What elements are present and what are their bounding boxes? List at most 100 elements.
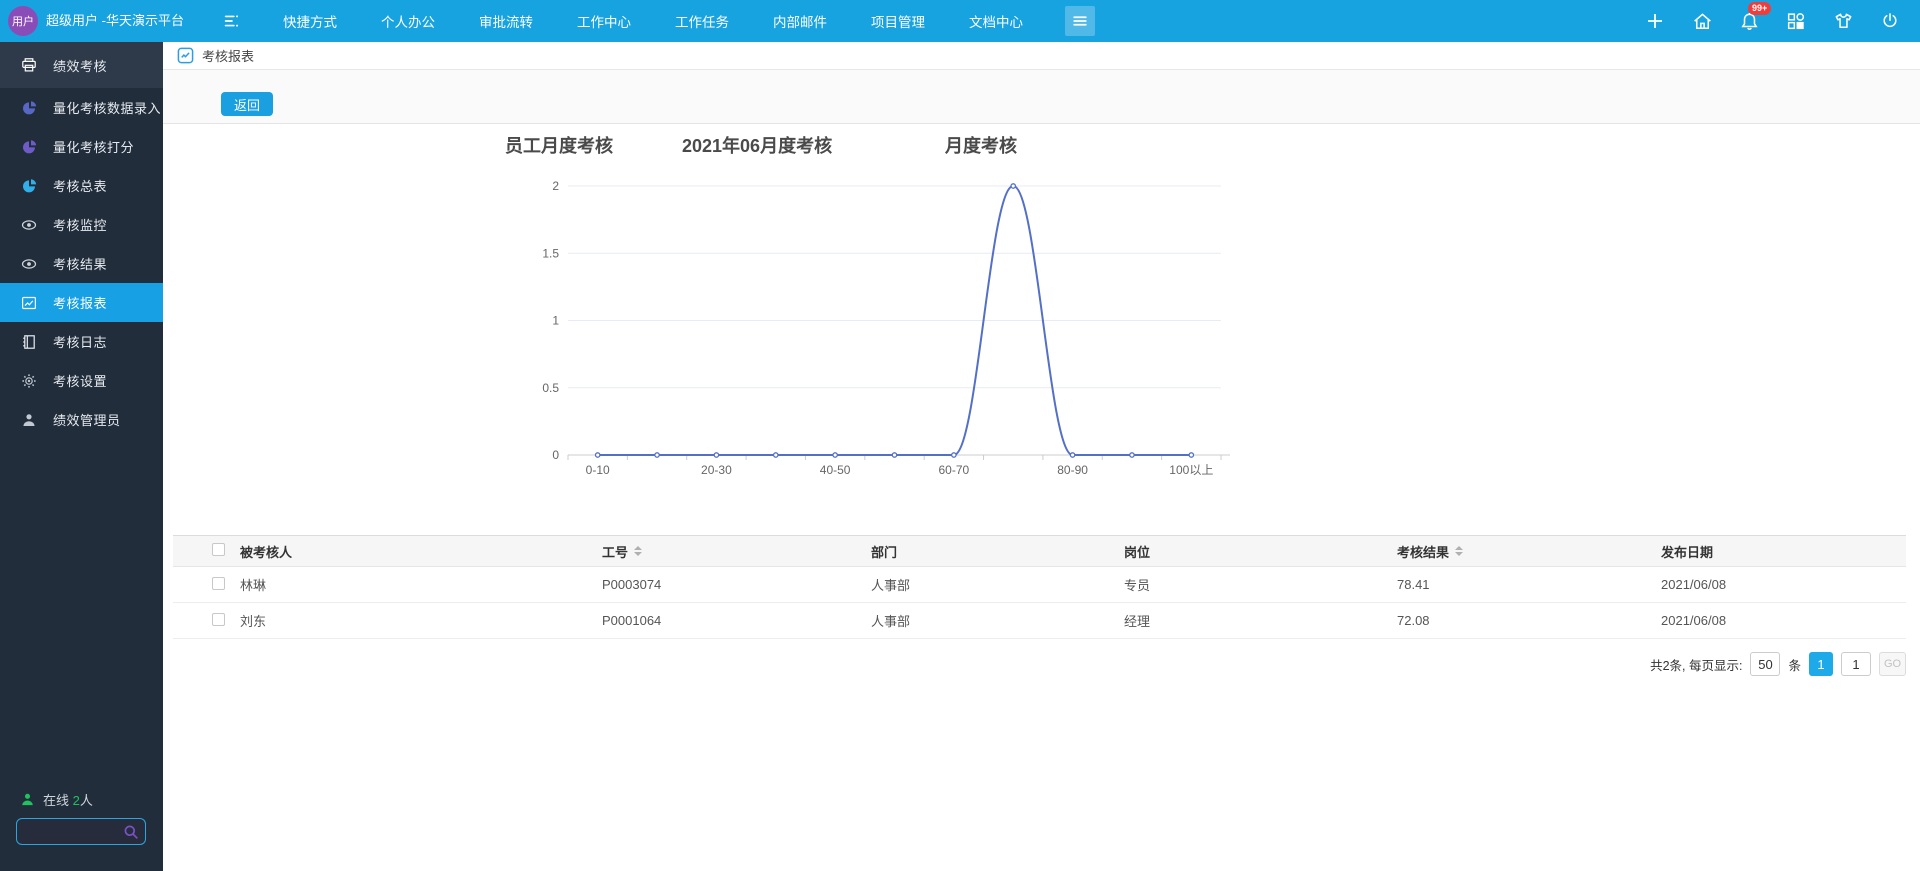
sidebar-item-4[interactable]: 考核总表 <box>0 166 163 205</box>
sidebar-item-3[interactable]: 量化考核打分 <box>0 127 163 166</box>
data-point-marker <box>713 452 720 458</box>
cell-score: 72.08 <box>1397 613 1430 628</box>
sidebar-item-10[interactable]: 绩效管理员 <box>0 400 163 439</box>
nav-item-6[interactable]: 内部邮件 <box>773 11 827 31</box>
cell-department: 人事部 <box>871 578 911 593</box>
sidebar-item-label: 绩效考核 <box>53 58 108 74</box>
pagination: 共2条, 每页显示: 条 1 GO <box>1650 650 1906 678</box>
sidebar-item-1[interactable]: 绩效考核 <box>0 42 163 88</box>
chart-title-type: 月度考核 <box>945 136 1017 156</box>
pagination-summary: 共2条, 每页显示: <box>1650 658 1743 673</box>
column-header-label: 工号 <box>602 544 629 560</box>
back-button[interactable]: 返回 <box>221 92 273 116</box>
data-point-marker <box>772 452 779 458</box>
breadcrumb: 考核报表 <box>163 42 1920 70</box>
cell-employee-id: P0003074 <box>602 577 662 592</box>
y-axis-tick-label: 0.5 <box>542 381 559 395</box>
avatar[interactable]: 用户 <box>8 6 38 36</box>
sidebar-item-label: 考核日志 <box>53 335 108 350</box>
cell-department: 人事部 <box>871 614 911 629</box>
data-point-marker <box>832 452 838 458</box>
chart-title-period: 2021年06月度考核 <box>682 136 833 156</box>
online-count: 2 <box>72 793 80 808</box>
eye-icon <box>21 256 37 272</box>
sidebar-item-8[interactable]: 考核日志 <box>0 322 163 361</box>
cell-position: 专员 <box>1124 578 1151 593</box>
column-header-label: 岗位 <box>1124 544 1151 560</box>
x-axis-tick-label: 80-90 <box>1057 463 1088 477</box>
x-axis-tick-label: 60-70 <box>939 463 970 477</box>
nav-item-5[interactable]: 工作任务 <box>675 11 729 31</box>
y-axis-tick-label: 2 <box>552 179 559 193</box>
home-icon[interactable] <box>1690 9 1714 33</box>
search-input[interactable] <box>23 819 121 844</box>
main-content: 考核报表 返回 员工月度考核 2021年06月度考核 月度考核 0 0.5 1 1.5… <box>163 42 1920 871</box>
report-doc-icon <box>177 47 194 64</box>
sidebar-item-label: 量化考核打分 <box>53 140 135 155</box>
top-nav: 快捷方式 个人办公 审批流转 工作中心 工作任务 内部邮件 项目管理 文档中心 <box>283 0 1067 42</box>
sidebar-item-7[interactable]: 考核报表 <box>0 283 163 322</box>
results-table: 被考核人 工号 部门 岗位 考核结果 发布日期 林琳 P0003074 人事部 专员 78.41 2… <box>173 535 1906 639</box>
column-header-1: 被考核人 <box>240 542 602 561</box>
cell-publish-date: 2021/06/08 <box>1661 613 1727 628</box>
sidebar-item-label: 考核报表 <box>53 296 108 311</box>
menu-lines-icon[interactable] <box>221 10 243 32</box>
nav-item-2[interactable]: 个人办公 <box>381 11 435 31</box>
score-distribution-chart: 0 0.5 1 1.5 2 0-10 20-30 40-50 60-70 80-90 100以上 <box>542 179 1230 477</box>
apps-grid-icon[interactable] <box>1784 9 1808 33</box>
nav-item-7[interactable]: 项目管理 <box>871 11 925 31</box>
sidebar-item-label: 考核设置 <box>53 374 108 389</box>
search-icon[interactable] <box>123 824 139 845</box>
column-header-4: 岗位 <box>1124 542 1397 561</box>
table-header: 被考核人 工号 部门 岗位 考核结果 发布日期 <box>173 535 1906 567</box>
x-axis-tick-label: 0-10 <box>586 463 610 477</box>
cell-name: 刘东 <box>240 614 267 629</box>
sort-caret[interactable] <box>1455 546 1464 556</box>
sidebar-item-5[interactable]: 考核监控 <box>0 205 163 244</box>
column-header-2[interactable]: 工号 <box>602 542 871 561</box>
chart-title-main: 员工月度考核 <box>505 136 613 156</box>
column-header-label: 被考核人 <box>240 544 293 560</box>
nav-item-3[interactable]: 审批流转 <box>479 11 533 31</box>
topbar-icon-group: 99+ <box>1643 0 1902 42</box>
data-point-marker <box>1129 452 1135 458</box>
table-row[interactable]: 刘东 P0001064 人事部 经理 72.08 2021/06/08 <box>173 603 1906 639</box>
pie-icon <box>21 178 37 194</box>
data-point-marker <box>594 452 601 458</box>
page-size-input[interactable] <box>1750 652 1781 676</box>
goto-page-input[interactable] <box>1841 652 1871 676</box>
sidebar-item-9[interactable]: 考核设置 <box>0 361 163 400</box>
data-point-marker <box>1069 452 1076 458</box>
pie-icon <box>21 139 37 155</box>
sidebar: 绩效考核量化考核数据录入量化考核打分考核总表 考核监控 考核结果考核报表考核日志考核… <box>0 42 163 871</box>
row-checkbox[interactable] <box>212 612 225 626</box>
notification-badge: 99+ <box>1748 2 1772 15</box>
y-axis-tick-label: 0 <box>552 448 559 462</box>
nav-item-4[interactable]: 工作中心 <box>577 11 631 31</box>
sort-caret[interactable] <box>634 546 643 556</box>
select-all-checkbox[interactable] <box>212 543 225 556</box>
column-header-3: 部门 <box>871 542 1124 561</box>
online-status: 在线 2人 <box>20 790 93 809</box>
person-icon <box>21 412 37 428</box>
x-axis-tick-label: 20-30 <box>701 463 732 477</box>
sidebar-item-6[interactable]: 考核结果 <box>0 244 163 283</box>
notifications-icon[interactable]: 99+ <box>1737 2 1772 33</box>
nav-item-8[interactable]: 文档中心 <box>969 11 1023 31</box>
go-button[interactable]: GO <box>1879 652 1906 676</box>
page-title: 考核报表 <box>202 49 255 64</box>
column-header-6: 发布日期 <box>1661 542 1906 561</box>
more-menu-button[interactable] <box>1065 6 1095 36</box>
column-header-5[interactable]: 考核结果 <box>1397 542 1661 561</box>
page-button-1[interactable]: 1 <box>1809 652 1833 676</box>
sidebar-item-2[interactable]: 量化考核数据录入 <box>0 88 163 127</box>
logout-power-icon[interactable] <box>1878 9 1902 33</box>
theme-shirt-icon[interactable] <box>1831 9 1855 33</box>
sidebar-search <box>16 818 146 845</box>
add-icon[interactable] <box>1643 9 1667 33</box>
table-row[interactable]: 林琳 P0003074 人事部 专员 78.41 2021/06/08 <box>173 567 1906 603</box>
row-checkbox[interactable] <box>212 576 225 590</box>
data-point-marker <box>654 452 660 458</box>
nav-item-1[interactable]: 快捷方式 <box>283 11 337 31</box>
data-point-marker <box>951 452 957 458</box>
